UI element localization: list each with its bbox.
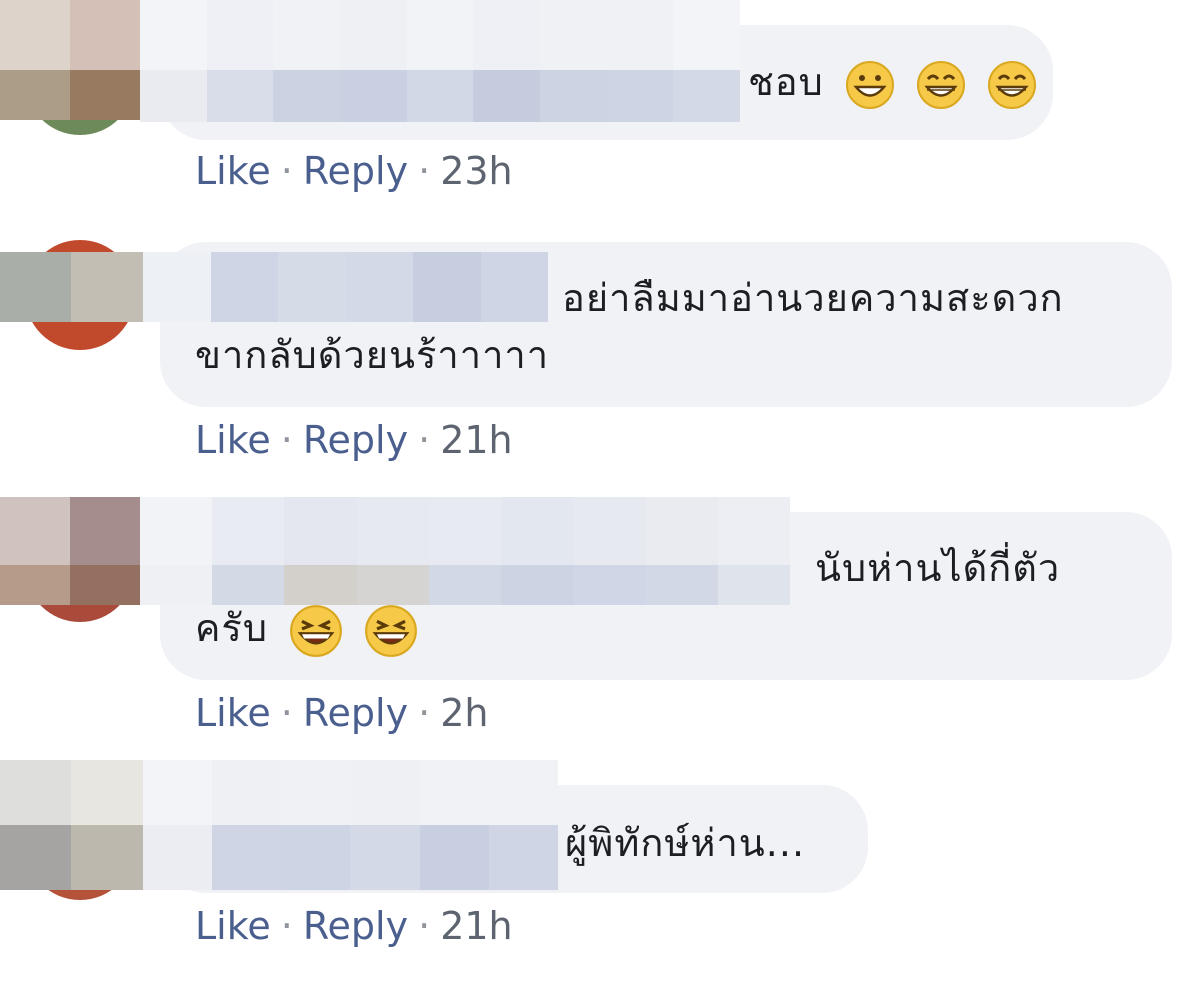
like-link[interactable]: Like <box>195 691 271 735</box>
comment-text: นับห่านได้กี่ตัว <box>815 538 1060 598</box>
comment-text-line: ครับ <box>195 606 268 650</box>
like-link[interactable]: Like <box>195 149 271 193</box>
avatar-mosaic <box>0 760 143 890</box>
comment-text-line: นับห่านได้กี่ตัว <box>815 546 1061 590</box>
author-name-redacted <box>140 0 740 122</box>
laughing-face-icon <box>290 604 342 657</box>
reply-link[interactable]: Reply <box>303 149 408 193</box>
reply-link[interactable]: Reply <box>303 418 408 462</box>
comment-text-continued: ขากลับด้วยนร้าาาาา <box>195 325 549 385</box>
beaming-face-icon <box>988 60 1037 109</box>
separator: · <box>418 418 431 462</box>
comment-actions: Like · Reply · 21h <box>195 417 513 463</box>
separator: · <box>418 149 431 193</box>
separator: · <box>280 904 293 948</box>
comment-text-line: อย่าลืมมาอ่านวยความสะดวก <box>562 276 1064 320</box>
comment-text: ชอบ <box>748 52 1037 112</box>
reply-link[interactable]: Reply <box>303 904 408 948</box>
separator: · <box>280 418 293 462</box>
comment-text: อย่าลืมมาอ่านวยความสะดวก <box>562 268 1064 328</box>
laughing-face-icon <box>365 604 418 657</box>
beaming-face-icon <box>916 60 965 109</box>
timestamp[interactable]: 23h <box>440 149 512 193</box>
separator: · <box>418 904 431 948</box>
author-name-redacted <box>143 760 558 890</box>
comment-text-continued: ครับ <box>195 598 418 658</box>
timestamp[interactable]: 21h <box>440 418 512 462</box>
grinning-face-icon <box>845 60 894 109</box>
timestamp[interactable]: 21h <box>440 904 512 948</box>
comment-actions: Like · Reply · 21h <box>195 903 513 949</box>
separator: · <box>280 149 293 193</box>
avatar-mosaic <box>0 252 143 322</box>
separator: · <box>418 691 431 735</box>
avatar-mosaic <box>0 0 140 120</box>
like-link[interactable]: Like <box>195 904 271 948</box>
comment-text-line: ชอบ <box>748 60 824 104</box>
avatar-mosaic <box>0 497 140 605</box>
author-name-redacted <box>140 497 790 605</box>
comment-actions: Like · Reply · 23h <box>195 148 513 194</box>
comment-text: ผู้พิทักษ์ห่าน... <box>565 813 805 873</box>
comment-actions: Like · Reply · 2h <box>195 690 488 736</box>
separator: · <box>280 691 293 735</box>
timestamp[interactable]: 2h <box>440 691 488 735</box>
reply-link[interactable]: Reply <box>303 691 408 735</box>
author-name-redacted <box>143 252 548 322</box>
comment-text-line: ผู้พิทักษ์ห่าน... <box>565 821 806 865</box>
comment-text-line: ขากลับด้วยนร้าาาาา <box>195 333 550 377</box>
like-link[interactable]: Like <box>195 418 271 462</box>
